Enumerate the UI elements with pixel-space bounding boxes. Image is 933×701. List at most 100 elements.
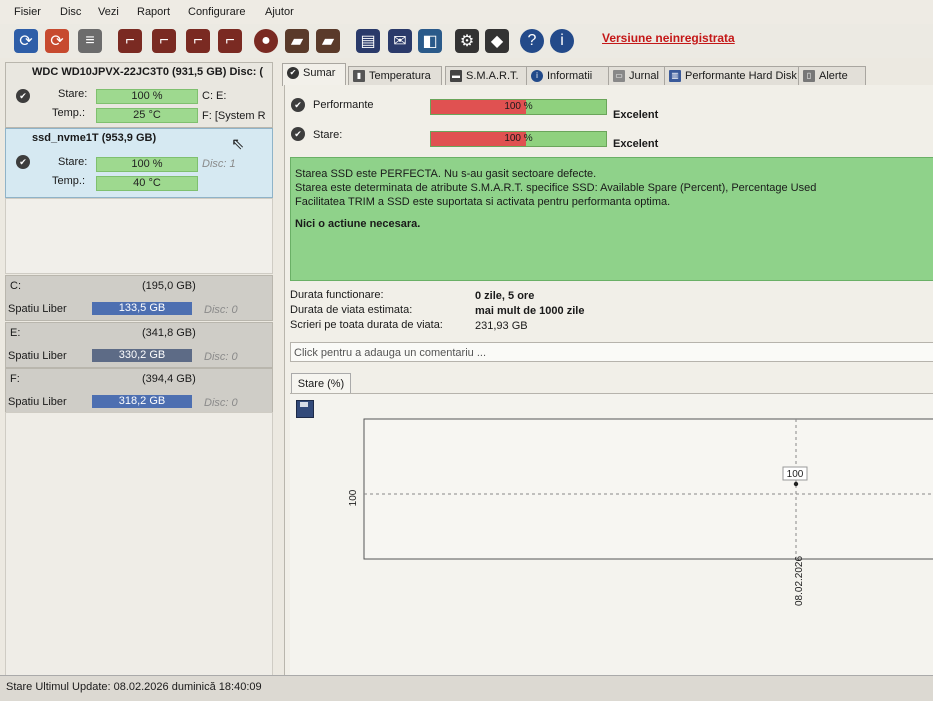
menu-raport[interactable]: Raport (137, 6, 170, 18)
tool1-icon[interactable]: ⌐ (118, 29, 142, 53)
chart-area: 100 100 08.02.2026 (290, 393, 933, 701)
settings-icon[interactable]: ⚙ (455, 29, 479, 53)
y-tick-label: 100 (348, 489, 359, 506)
writes-value: 231,93 GB (475, 320, 528, 332)
performance-value: 100 % (504, 101, 533, 112)
save-icon[interactable]: ≡ (78, 29, 102, 53)
last-update-text: Stare Ultimul Update: 08.02.2026 duminic… (6, 681, 262, 693)
tab-temperatura[interactable]: ▮ Temperatura (348, 66, 442, 85)
plot-frame (363, 418, 933, 560)
health-bar: 100 % (96, 157, 198, 172)
data-label: 100 (787, 469, 804, 480)
tab-informatii[interactable]: i Informatii (526, 66, 612, 85)
free-space-label: Spatiu Liber (8, 350, 67, 362)
performance-bar: 100 % (430, 99, 607, 115)
network-icon[interactable]: ◧ (418, 29, 442, 53)
tab-label: Informatii (547, 70, 593, 82)
registration-link[interactable]: Versiune neinregistrata (602, 31, 735, 45)
menu-vezi[interactable]: Vezi (98, 6, 119, 18)
tab-label: Jurnal (629, 70, 659, 82)
volume-size: (341,8 GB) (142, 327, 196, 339)
help-icon[interactable]: ? (520, 29, 544, 53)
tab-label: Temperatura (369, 70, 431, 82)
tab-bar: ✔ Sumar ▮ Temperatura ▬ S.M.A.R.T. i Informa… (280, 63, 933, 86)
stare-label: Stare: (58, 88, 88, 100)
status-ok-icon: ✔ (16, 89, 30, 103)
health-chart: 100 100 08.02.2026 (348, 418, 933, 606)
menu-disc[interactable]: Disc (60, 6, 81, 18)
volume-c[interactable]: C: (195,0 GB) Spatiu Liber 133,5 GB Disc… (5, 275, 273, 321)
menu-ajutor[interactable]: Ajutor (265, 6, 294, 18)
message-line: Starea SSD este PERFECTA. Nu s-au gasit … (295, 168, 597, 180)
menu-fisier[interactable]: Fisier (14, 6, 41, 18)
tool3-icon[interactable]: ⌐ (186, 29, 210, 53)
check-icon: ✔ (287, 67, 299, 79)
alert-icon: ▯ (803, 70, 815, 82)
disk-icon[interactable]: ● (254, 29, 278, 53)
tab-smart[interactable]: ▬ S.M.A.R.T. (445, 66, 529, 85)
tab-label: Alerte (819, 70, 848, 82)
performance-check-icon: ✔ (291, 98, 305, 112)
health-check-icon: ✔ (291, 127, 305, 141)
toolbar: ⟳ ⟳ ≡ ⌐ ⌐ ⌐ ⌐ ● ▰ ▰ ▤ ✉ ◧ ⚙ ◆ ? i (0, 24, 933, 58)
temp-label: Temp.: (52, 175, 86, 187)
writes-label: Scrieri pe toata durata de viata: (290, 319, 443, 331)
volumes-label: C: E: (202, 90, 227, 102)
disk-panel-wdc[interactable]: WDC WD10JPVX-22JC3T0 (931,5 GB) Disc: ( … (5, 62, 273, 128)
alert-config-icon[interactable]: ◆ (485, 29, 509, 53)
comment-field[interactable]: Click pentru a adauga un comentariu ... (290, 342, 933, 362)
volume-letter: C: (10, 280, 21, 292)
volume-f[interactable]: F: (394,4 GB) Spatiu Liber 318,2 GB Disc… (5, 368, 273, 414)
volume-size: (195,0 GB) (142, 280, 196, 292)
performance-rating: Excelent (613, 109, 659, 121)
health-value: 100 % (504, 133, 533, 144)
tab-sumar[interactable]: ✔ Sumar (282, 63, 346, 86)
refresh-icon[interactable]: ⟳ (14, 29, 38, 53)
free-space-label: Spatiu Liber (8, 396, 67, 408)
tool2-icon[interactable]: ⌐ (152, 29, 176, 53)
health-label: Stare: (313, 129, 343, 141)
disc-number: Disc: 0 (204, 397, 238, 409)
volume-size: (394,4 GB) (142, 373, 196, 385)
document-icon: ▭ (613, 70, 625, 82)
tab-alerte[interactable]: ▯ Alerte (798, 66, 866, 85)
menu-configurare[interactable]: Configurare (188, 6, 245, 18)
x-tick-label: 08.02.2026 (794, 556, 805, 606)
tab-jurnal[interactable]: ▭ Jurnal (608, 66, 670, 85)
disc-number: Disc: 0 (204, 351, 238, 363)
volumes-label-2: F: [System R (202, 110, 266, 122)
uptime-value: 0 zile, 5 ore (475, 290, 535, 302)
volume-letter: E: (10, 327, 21, 339)
tab-label: S.M.A.R.T. (466, 70, 519, 82)
free-space-bar: 133,5 GB (92, 302, 192, 315)
status-ok-icon: ✔ (16, 155, 30, 169)
volume-e[interactable]: E: (341,8 GB) Spatiu Liber 330,2 GB Disc… (5, 322, 273, 368)
drive2-icon[interactable]: ▰ (316, 29, 340, 53)
summary-panel: ✔ Performante 100 % Excelent ✔ Stare: 10… (284, 85, 933, 701)
smart-icon: ▬ (450, 70, 462, 82)
lifetime-label: Durata de viata estimata: (290, 304, 413, 316)
chart-tab-stare[interactable]: Stare (%) (291, 373, 351, 394)
tab-label: Performante Hard Disk (685, 70, 797, 82)
mail-icon[interactable]: ✉ (388, 29, 412, 53)
uptime-label: Durata functionare: (290, 289, 384, 301)
volume-list-empty (5, 412, 273, 676)
chart-icon: ▥ (669, 70, 681, 82)
performance-label: Performante (313, 99, 374, 111)
info-icon[interactable]: i (550, 29, 574, 53)
menu-bar: Fisier Disc Vezi Raport Configurare Ajut… (0, 0, 933, 24)
tool4-icon[interactable]: ⌐ (218, 29, 242, 53)
info-icon: i (531, 70, 543, 82)
message-line: Starea este determinata de atribute S.M.… (295, 182, 817, 194)
disk-refresh-icon[interactable]: ⟳ (45, 29, 69, 53)
temp-bar: 25 °C (96, 108, 198, 123)
report-icon[interactable]: ▤ (356, 29, 380, 53)
drive-icon[interactable]: ▰ (285, 29, 309, 53)
data-point (793, 481, 799, 487)
action-text: Nici o actiune necesara. (295, 218, 421, 230)
tab-label: Sumar (303, 67, 336, 79)
free-space-label: Spatiu Liber (8, 303, 67, 315)
disc-number: Disc: 1 (202, 158, 236, 170)
tab-performante[interactable]: ▥ Performante Hard Disk (664, 66, 802, 85)
disk-title: WDC WD10JPVX-22JC3T0 (931,5 GB) Disc: ( (32, 66, 264, 78)
